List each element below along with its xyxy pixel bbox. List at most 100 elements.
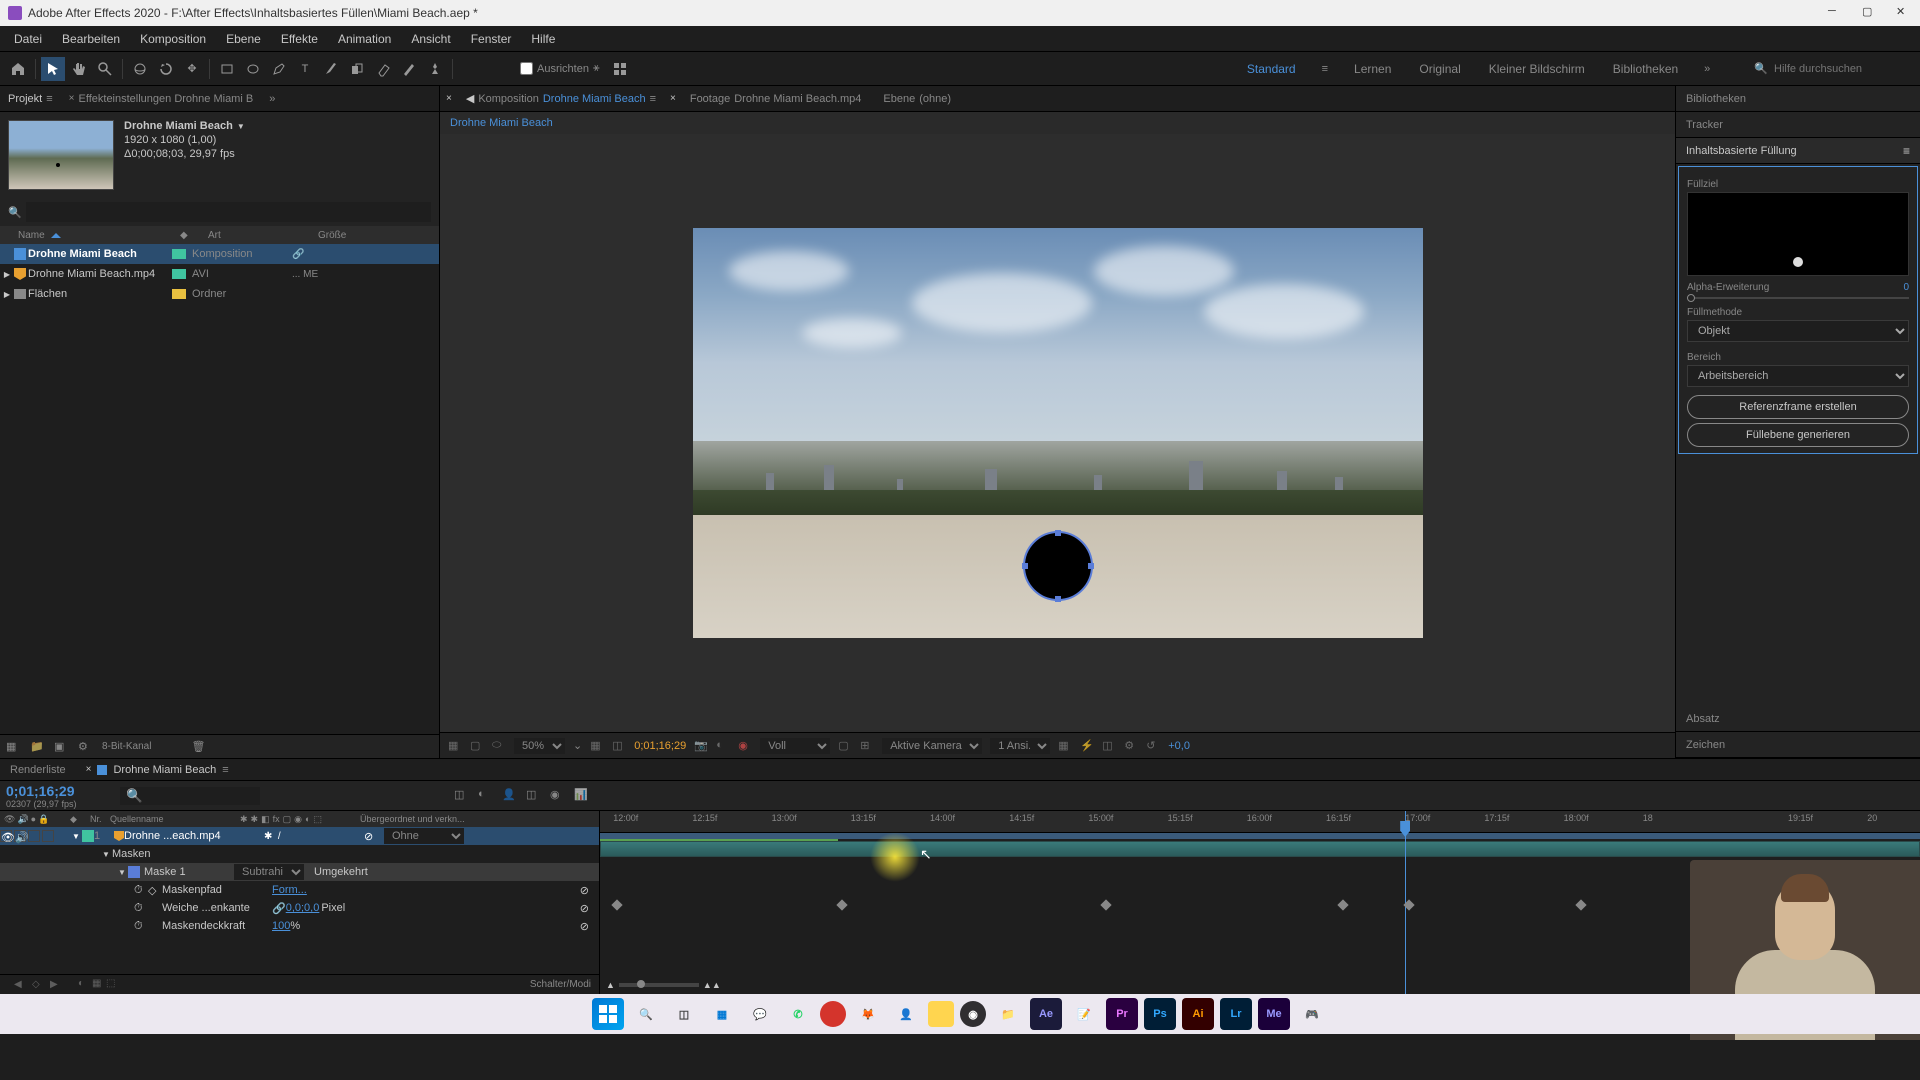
timeline-icon[interactable]: ◫ [1102, 739, 1116, 753]
sticky-notes-icon[interactable] [928, 1001, 954, 1027]
lightroom-icon[interactable]: Lr [1220, 998, 1252, 1030]
menu-hilfe[interactable]: Hilfe [521, 28, 565, 50]
hand-tool[interactable] [67, 57, 91, 81]
layer-row-1[interactable]: 👁🔊 ▼ 1 Drohne ...each.mp4 ✱ / ⊘ Ohne [0, 827, 599, 845]
tool-grid-icon[interactable] [608, 57, 632, 81]
menu-komposition[interactable]: Komposition [130, 28, 216, 50]
project-tab[interactable]: Projekt ≡ [0, 89, 61, 109]
libraries-tab[interactable]: Bibliotheken [1676, 86, 1920, 112]
stopwatch-icon[interactable]: ⏱ [134, 902, 148, 915]
switches-modes-toggle[interactable]: Schalter/Modi [530, 979, 591, 990]
nav-prev-icon[interactable]: ◀ [466, 92, 474, 105]
whatsapp-icon[interactable]: ✆ [782, 998, 814, 1030]
home-tool[interactable] [6, 57, 30, 81]
reset-exposure-icon[interactable]: ↺ [1146, 739, 1160, 753]
viewer-timecode[interactable]: 0;01;16;29 [634, 740, 686, 752]
audio-toggle[interactable]: 🔊 [14, 830, 26, 842]
zoom-slider[interactable] [619, 983, 699, 987]
timeline-timecode[interactable]: 0;01;16;29 [6, 783, 120, 799]
character-tab[interactable]: Zeichen [1676, 732, 1920, 758]
after-effects-icon[interactable]: Ae [1030, 998, 1062, 1030]
app-icon[interactable]: 📝 [1068, 998, 1100, 1030]
timeline-search-input[interactable] [120, 787, 260, 805]
tab-close-icon[interactable]: × [446, 93, 452, 104]
expand-icon[interactable]: ▼ [70, 832, 82, 841]
views-select[interactable]: 1 Ansi... [990, 738, 1050, 754]
panel-overflow-icon[interactable]: » [261, 89, 283, 109]
expression-icon[interactable]: ⊘ [580, 884, 589, 897]
mask-mode-select[interactable]: Subtrahi... [234, 864, 304, 880]
workspace-menu-icon[interactable]: ≡ [1322, 63, 1328, 75]
media-encoder-icon[interactable]: Me [1258, 998, 1290, 1030]
workspace-overflow-icon[interactable]: » [1704, 63, 1710, 75]
type-tool[interactable]: T [293, 57, 317, 81]
label-color-icon[interactable] [172, 269, 186, 279]
delete-icon[interactable]: 🗑 [191, 740, 205, 754]
workspace-bibliotheken[interactable]: Bibliotheken [1611, 58, 1680, 80]
anchor-tool[interactable]: ✥ [180, 57, 204, 81]
label-color-icon[interactable] [172, 289, 186, 299]
photoshop-icon[interactable]: Ps [1144, 998, 1176, 1030]
nav-next-kf-icon[interactable]: ▶ [50, 979, 62, 991]
composition-viewer[interactable] [440, 134, 1675, 732]
expression-icon[interactable]: ⊘ [580, 920, 589, 933]
keyframe-icon[interactable] [612, 899, 623, 910]
region-icon[interactable]: ◫ [612, 739, 626, 753]
toggle-modes-icon[interactable]: ▦ [92, 978, 106, 992]
solo-col-icon[interactable]: ● [31, 814, 36, 825]
menu-ansicht[interactable]: Ansicht [401, 28, 460, 50]
composition-tab[interactable]: ◀ Komposition Drohne Miami Beach ≡ [458, 92, 664, 105]
mask-1-row[interactable]: ▼ Maske 1 Subtrahi... Umgekehrt [0, 863, 599, 881]
snap-options-icon[interactable]: ⚹ [593, 62, 600, 75]
toggle-switches-icon[interactable]: ◐ [78, 978, 92, 992]
fill-method-select[interactable]: Objekt [1687, 320, 1909, 342]
project-settings-icon[interactable]: ⚙ [78, 740, 92, 754]
maximize-button[interactable]: ▢ [1862, 5, 1878, 21]
selection-tool[interactable] [41, 57, 65, 81]
render-queue-tab[interactable]: Renderliste [0, 762, 76, 778]
nav-prev-kf-icon[interactable]: ◀ [14, 979, 26, 991]
panel-menu-icon[interactable]: ≡ [1903, 144, 1910, 158]
alpha-expand-slider[interactable] [1687, 297, 1909, 299]
audio-col-icon[interactable]: 🔊 [17, 814, 28, 825]
workspace-standard[interactable]: Standard [1245, 58, 1298, 80]
tracker-tab[interactable]: Tracker [1676, 112, 1920, 138]
toggle-alpha-icon[interactable]: ▦ [448, 739, 462, 753]
eraser-tool[interactable] [371, 57, 395, 81]
frame-blend-icon[interactable]: ◫ [526, 788, 542, 804]
keyframe-icon[interactable] [1100, 899, 1111, 910]
tab-close-icon[interactable]: × [670, 93, 676, 104]
fast-preview-icon[interactable]: ▦ [590, 739, 604, 753]
mask-color-icon[interactable] [128, 866, 140, 878]
layer-label-color[interactable] [82, 830, 94, 842]
mask-feather-value[interactable]: 0,0;0,0 [286, 902, 320, 914]
flowchart-icon[interactable]: ⚙ [1124, 739, 1138, 753]
footage-tab[interactable]: Footage Drohne Miami Beach.mp4 [682, 93, 870, 105]
new-comp-icon[interactable]: ▣ [54, 740, 68, 754]
workspace-klein[interactable]: Kleiner Bildschirm [1487, 58, 1587, 80]
start-button[interactable] [592, 998, 624, 1030]
help-search-input[interactable] [1774, 63, 1904, 75]
generate-fill-button[interactable]: Füllebene generieren [1687, 423, 1909, 447]
label-col-icon[interactable]: ◆ [70, 814, 90, 825]
menu-fenster[interactable]: Fenster [461, 28, 522, 50]
obs-icon[interactable]: ◉ [960, 1001, 986, 1027]
snap-checkbox[interactable] [520, 62, 533, 75]
color-mgmt-icon[interactable]: ◉ [738, 739, 752, 753]
widgets-icon[interactable]: ▦ [706, 998, 738, 1030]
mask-feather-row[interactable]: ⏱ Weiche ...enkante 🔗 0,0;0,0 Pixel ⊘ [0, 899, 599, 917]
mask-shape[interactable] [1023, 531, 1093, 601]
firefox-icon[interactable]: 🦊 [852, 998, 884, 1030]
mask-opacity-row[interactable]: ⏱ Maskendeckkraft 100 % ⊘ [0, 917, 599, 935]
grid-icon[interactable]: ⊞ [860, 739, 874, 753]
mask-path-row[interactable]: ⏱ ◇ Maskenpfad Form... ⊘ [0, 881, 599, 899]
app-icon[interactable] [820, 1001, 846, 1027]
expression-icon[interactable]: ⊘ [580, 902, 589, 915]
premiere-icon[interactable]: Pr [1106, 998, 1138, 1030]
project-comp-name[interactable]: Drohne Miami Beach▼ [124, 120, 245, 132]
menu-bearbeiten[interactable]: Bearbeiten [52, 28, 130, 50]
rotate-tool[interactable] [154, 57, 178, 81]
motion-blur-icon[interactable]: ◉ [550, 788, 566, 804]
project-item-footage[interactable]: ▶ Drohne Miami Beach.mp4 AVI ... ME [0, 264, 439, 284]
exposure-value[interactable]: +0,0 [1168, 740, 1190, 752]
